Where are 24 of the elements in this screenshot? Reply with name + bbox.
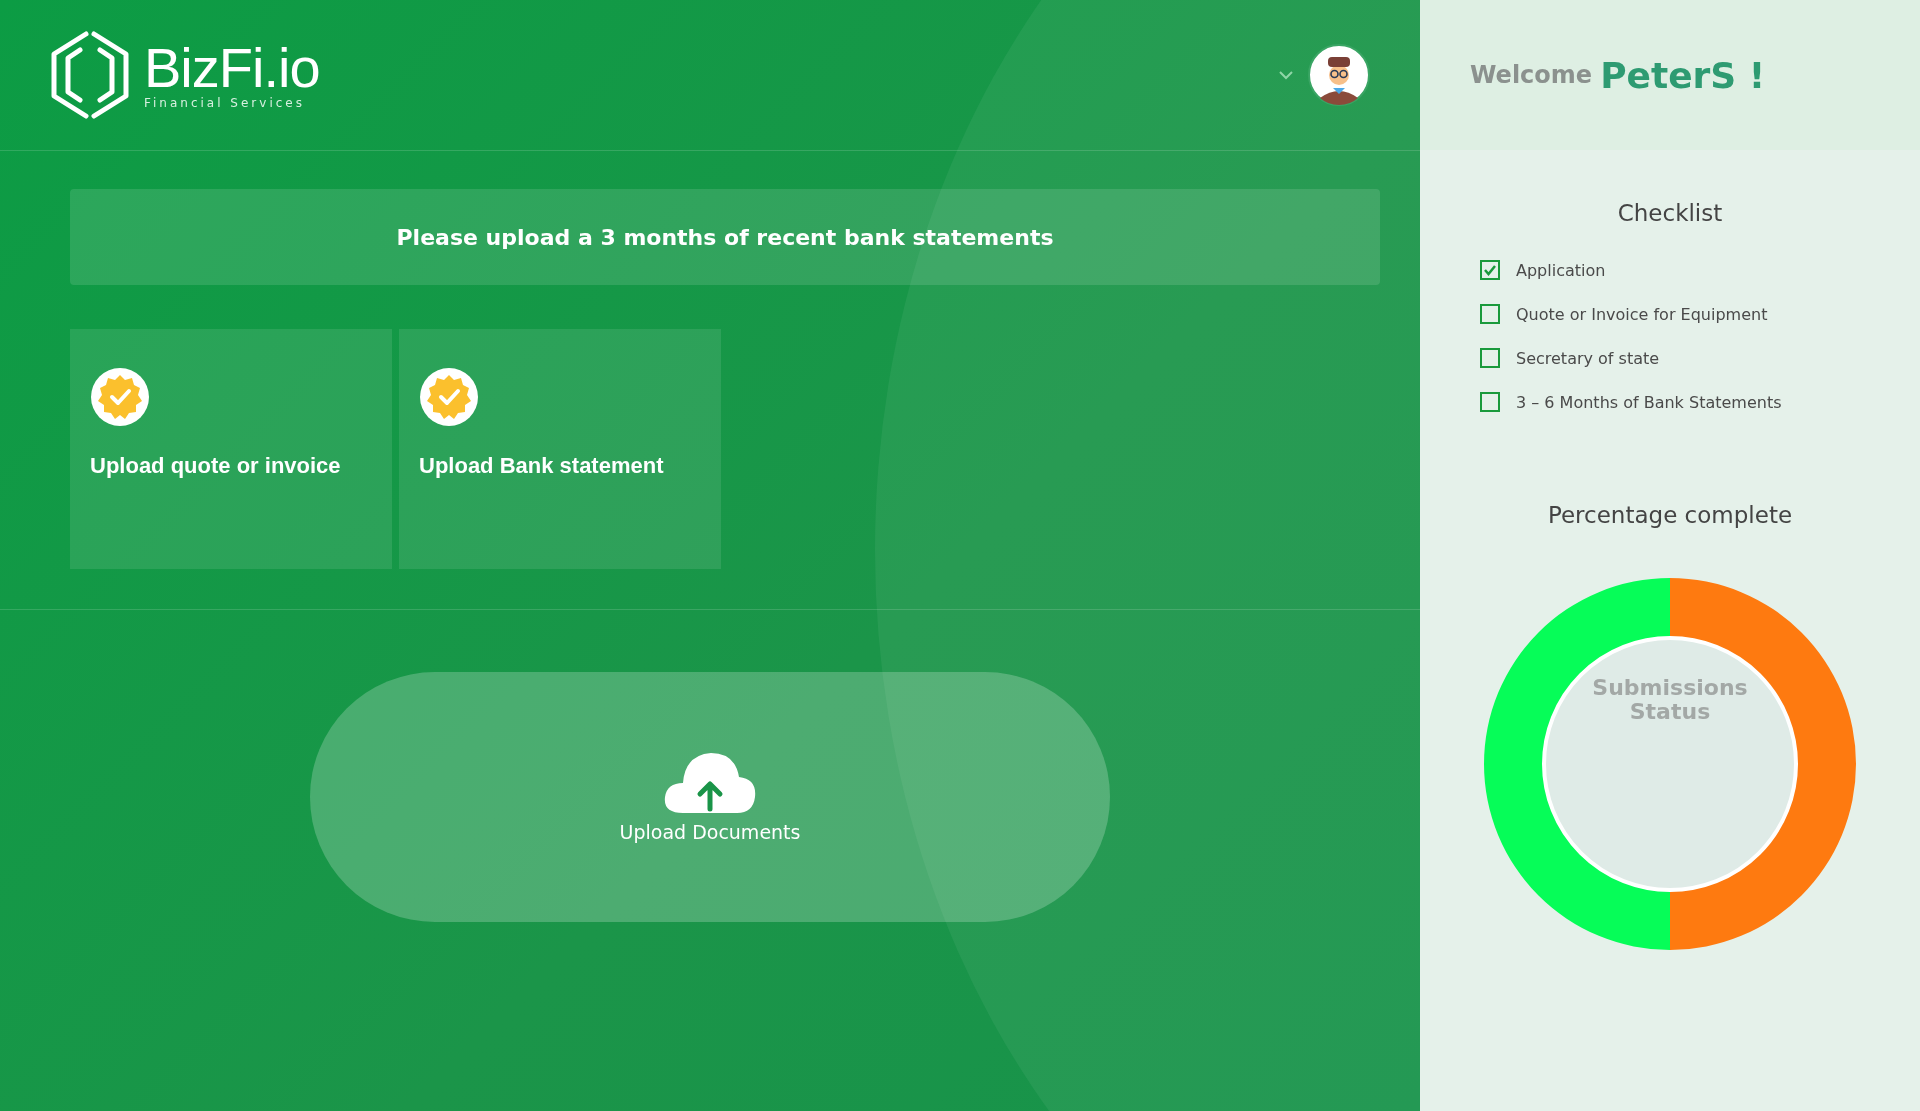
- upload-card[interactable]: Upload quote or invoice: [70, 329, 392, 569]
- upload-documents-button[interactable]: Upload Documents: [310, 672, 1110, 922]
- checklist-item-label: Quote or Invoice for Equipment: [1516, 304, 1768, 324]
- avatar-icon[interactable]: [1308, 44, 1370, 106]
- checkbox[interactable]: [1480, 304, 1500, 324]
- checklist-item-label: Secretary of state: [1516, 348, 1660, 368]
- chevron-down-icon[interactable]: [1278, 70, 1294, 80]
- progress-title: Percentage complete: [1547, 502, 1793, 528]
- brand-name: BizFi.io: [144, 40, 320, 96]
- welcome-label: Welcome: [1470, 61, 1593, 89]
- checkbox[interactable]: [1480, 348, 1500, 368]
- checkbox[interactable]: [1480, 260, 1500, 280]
- checklist-item-label: Application: [1516, 260, 1606, 280]
- chart-center-label: Submissions Status: [1591, 676, 1749, 724]
- instruction-banner: Please upload a 3 months of recent bank statements: [70, 189, 1380, 285]
- checkbox[interactable]: [1480, 392, 1500, 412]
- brand-tagline: Financial Services: [144, 96, 306, 110]
- user-name: PeterS !: [1600, 54, 1766, 96]
- upload-card[interactable]: Upload Bank statement: [399, 329, 721, 569]
- checklist-title: Checklist: [1617, 200, 1723, 226]
- card-label: Upload Bank statement: [419, 453, 664, 479]
- hexagon-logo-icon: [50, 30, 130, 120]
- checklist-item-label: 3 – 6 Months of Bank Statements: [1516, 392, 1782, 412]
- card-label: Upload quote or invoice: [90, 453, 341, 479]
